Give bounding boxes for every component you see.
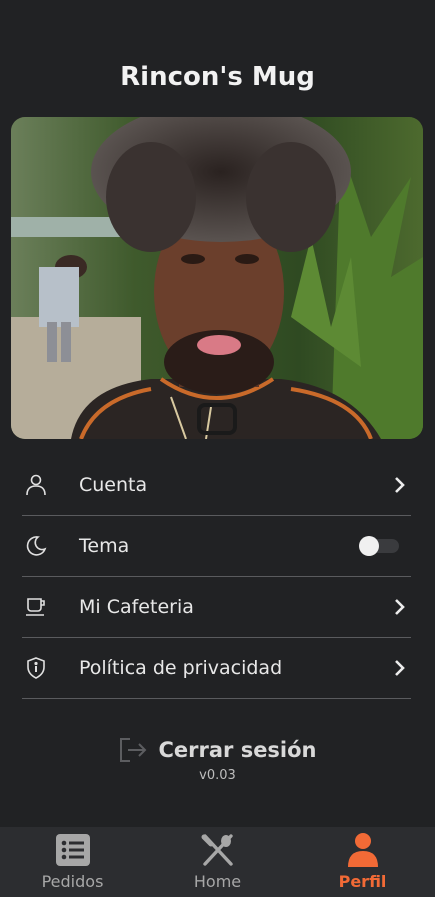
- user-icon: [22, 471, 50, 499]
- shield-icon: [22, 654, 50, 682]
- tab-label: Perfil: [338, 872, 387, 891]
- logout-button[interactable]: Cerrar sesión: [0, 736, 435, 764]
- tab-home[interactable]: Home: [145, 827, 290, 897]
- app-version: v0.03: [199, 768, 236, 783]
- chevron-right-icon: [395, 599, 405, 615]
- menu-item-label: Cuenta: [79, 474, 148, 496]
- menu-item-theme: Tema: [22, 516, 411, 577]
- tab-profile[interactable]: Perfil: [290, 827, 435, 897]
- logout-label: Cerrar sesión: [158, 738, 317, 762]
- toggle-knob: [359, 536, 379, 556]
- menu-item-privacy-policy[interactable]: Política de privacidad: [22, 638, 411, 699]
- settings-menu: Cuenta Tema Mi Cafeteria Política de pri…: [22, 455, 411, 699]
- menu-item-label: Política de privacidad: [79, 657, 283, 679]
- list-icon: [55, 834, 90, 866]
- chevron-right-icon: [395, 660, 405, 676]
- coffee-cup-icon: [22, 593, 50, 621]
- theme-toggle[interactable]: [359, 536, 399, 556]
- utensils-icon: [201, 834, 233, 866]
- menu-item-account[interactable]: Cuenta: [22, 455, 411, 516]
- person-icon: [347, 833, 378, 867]
- tab-label: Pedidos: [41, 872, 104, 891]
- logout-icon: [120, 738, 147, 762]
- menu-item-my-cafeteria[interactable]: Mi Cafeteria: [22, 577, 411, 638]
- moon-icon: [22, 532, 50, 560]
- menu-item-label: Tema: [79, 535, 130, 557]
- page-title: Rincon's Mug: [120, 62, 315, 92]
- menu-item-label: Mi Cafeteria: [79, 596, 194, 618]
- tab-orders[interactable]: Pedidos: [0, 827, 145, 897]
- chevron-right-icon: [395, 477, 405, 493]
- tab-label: Home: [193, 872, 242, 891]
- profile-photo: [11, 117, 423, 439]
- bottom-tab-bar: Pedidos Home Perfil: [0, 827, 435, 897]
